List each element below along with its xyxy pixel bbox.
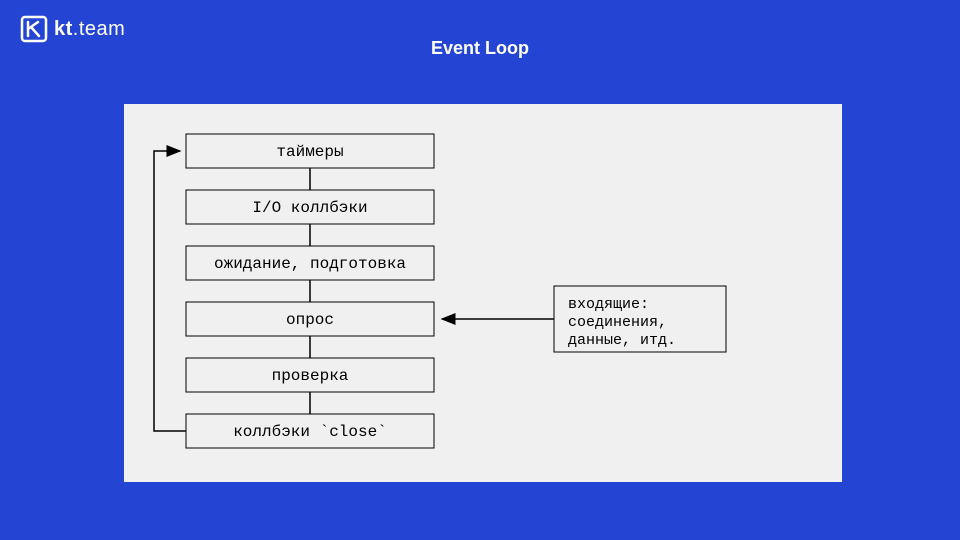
svg-text:опрос: опрос (286, 311, 334, 329)
kt-logo-icon (20, 15, 48, 43)
incoming-box: входящие: соединения, данные, итд. (554, 286, 726, 352)
loop-back-arrow (154, 151, 186, 431)
svg-text:коллбэки `close`: коллбэки `close` (233, 423, 387, 441)
slide-title: Event Loop (431, 38, 529, 59)
event-loop-diagram: таймеры I/O коллбэки ожидание, подготовк… (124, 104, 842, 482)
phase-idle-prepare: ожидание, подготовка (186, 246, 434, 280)
svg-text:данные, итд.: данные, итд. (568, 332, 676, 349)
phase-poll: опрос (186, 302, 434, 336)
svg-text:входящие:: входящие: (568, 296, 649, 313)
brand-name: kt.team (54, 18, 125, 41)
svg-text:таймеры: таймеры (276, 143, 343, 161)
svg-text:проверка: проверка (272, 367, 349, 385)
svg-text:ожидание, подготовка: ожидание, подготовка (214, 255, 406, 273)
phase-check: проверка (186, 358, 434, 392)
brand-logo: kt.team (20, 15, 125, 43)
phase-close-callbacks: коллбэки `close` (186, 414, 434, 448)
svg-text:I/O коллбэки: I/O коллбэки (252, 199, 367, 217)
svg-text:соединения,: соединения, (568, 314, 667, 331)
phase-io-callbacks: I/O коллбэки (186, 190, 434, 224)
phase-timers: таймеры (186, 134, 434, 168)
